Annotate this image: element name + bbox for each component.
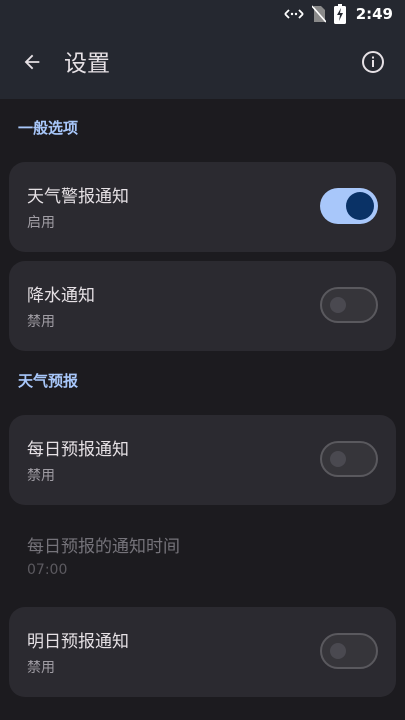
setting-status: 启用 bbox=[27, 215, 55, 231]
setting-daily-forecast-time: 每日预报的通知时间 07:00 bbox=[9, 510, 396, 600]
setting-time-value: 07:00 bbox=[27, 562, 68, 578]
precipitation-toggle[interactable] bbox=[320, 287, 378, 323]
info-icon bbox=[361, 50, 385, 78]
data-transfer-icon bbox=[284, 7, 304, 21]
setting-label: 每日预报的通知时间 bbox=[27, 537, 180, 557]
setting-label: 降水通知 bbox=[27, 286, 95, 306]
setting-label: 每日预报通知 bbox=[27, 440, 129, 460]
setting-weather-alert[interactable]: 天气警报通知 启用 bbox=[9, 162, 396, 252]
status-bar: 2:49 bbox=[0, 0, 405, 28]
info-button[interactable] bbox=[355, 46, 391, 82]
toggle-thumb bbox=[330, 451, 346, 467]
setting-daily-forecast[interactable]: 每日预报通知 禁用 bbox=[9, 415, 396, 505]
section-header-general: 一般选项 bbox=[18, 119, 79, 137]
tomorrow-forecast-toggle[interactable] bbox=[320, 633, 378, 669]
arrow-back-icon bbox=[21, 51, 43, 77]
status-icons: 2:49 bbox=[284, 4, 393, 24]
setting-status: 禁用 bbox=[27, 660, 55, 676]
weather-alert-toggle[interactable] bbox=[320, 188, 378, 224]
toggle-thumb bbox=[346, 192, 374, 220]
toggle-thumb bbox=[330, 643, 346, 659]
battery-charging-icon bbox=[333, 4, 346, 24]
app-bar: 设置 bbox=[0, 28, 405, 99]
back-button[interactable] bbox=[14, 46, 50, 82]
no-sim-icon bbox=[311, 5, 326, 23]
setting-tomorrow-forecast[interactable]: 明日预报通知 禁用 bbox=[9, 607, 396, 697]
toggle-thumb bbox=[330, 297, 346, 313]
status-time: 2:49 bbox=[355, 5, 393, 23]
setting-status: 禁用 bbox=[27, 468, 55, 484]
setting-precipitation[interactable]: 降水通知 禁用 bbox=[9, 261, 396, 351]
setting-label: 天气警报通知 bbox=[27, 187, 129, 207]
page-title: 设置 bbox=[64, 51, 110, 77]
section-header-forecast: 天气预报 bbox=[18, 372, 79, 390]
setting-label: 明日预报通知 bbox=[27, 632, 129, 652]
setting-status: 禁用 bbox=[27, 314, 55, 330]
daily-forecast-toggle[interactable] bbox=[320, 441, 378, 477]
